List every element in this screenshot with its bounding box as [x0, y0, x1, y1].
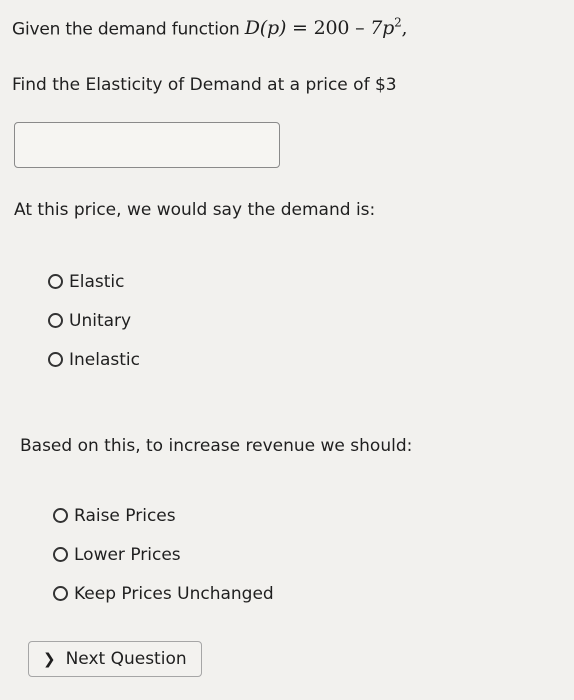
- radio-option-inelastic[interactable]: Inelastic: [48, 340, 140, 379]
- function-suffix: ,: [401, 17, 408, 40]
- function-exponent: 2: [394, 16, 402, 30]
- radio-label: Raise Prices: [74, 505, 176, 526]
- radio-label: Inelastic: [69, 349, 140, 370]
- elasticity-answer-input[interactable]: [14, 122, 280, 168]
- function-coefficient: 7p: [370, 17, 395, 40]
- chevron-right-icon: ❯: [43, 650, 56, 668]
- question-revenue: Based on this, to increase revenue we sh…: [20, 436, 413, 456]
- revenue-action-radio-group: Raise Prices Lower Prices Keep Prices Un…: [53, 496, 274, 613]
- next-question-label: Next Question: [65, 649, 187, 669]
- radio-label: Unitary: [69, 310, 132, 331]
- radio-option-raise-prices[interactable]: Raise Prices: [53, 496, 274, 535]
- radio-option-keep-prices[interactable]: Keep Prices Unchanged: [53, 574, 274, 613]
- radio-circle-icon[interactable]: [48, 352, 63, 367]
- demand-type-radio-group: Elastic Unitary Inelastic: [48, 262, 140, 379]
- radio-option-lower-prices[interactable]: Lower Prices: [53, 535, 274, 574]
- demand-function-formula: D(p) = 200 – 7p2,: [244, 16, 408, 40]
- radio-circle-icon[interactable]: [53, 586, 68, 601]
- function-constant: 200: [313, 17, 350, 40]
- radio-label: Elastic: [69, 271, 125, 292]
- question-demand-type: At this price, we would say the demand i…: [14, 200, 376, 220]
- radio-option-elastic[interactable]: Elastic: [48, 262, 140, 301]
- radio-circle-icon[interactable]: [53, 547, 68, 562]
- radio-circle-icon[interactable]: [48, 313, 63, 328]
- next-question-button[interactable]: ❯ Next Question: [28, 641, 202, 677]
- question-elasticity: Find the Elasticity of Demand at a price…: [12, 75, 397, 95]
- radio-label: Keep Prices Unchanged: [74, 583, 274, 604]
- function-lhs: D(p): [244, 17, 287, 40]
- question-demand-function: Given the demand function D(p) = 200 – 7…: [12, 16, 408, 40]
- radio-circle-icon[interactable]: [48, 274, 63, 289]
- question-prefix: Given the demand function: [12, 19, 240, 40]
- radio-label: Lower Prices: [74, 544, 181, 565]
- radio-option-unitary[interactable]: Unitary: [48, 301, 140, 340]
- radio-circle-icon[interactable]: [53, 508, 68, 523]
